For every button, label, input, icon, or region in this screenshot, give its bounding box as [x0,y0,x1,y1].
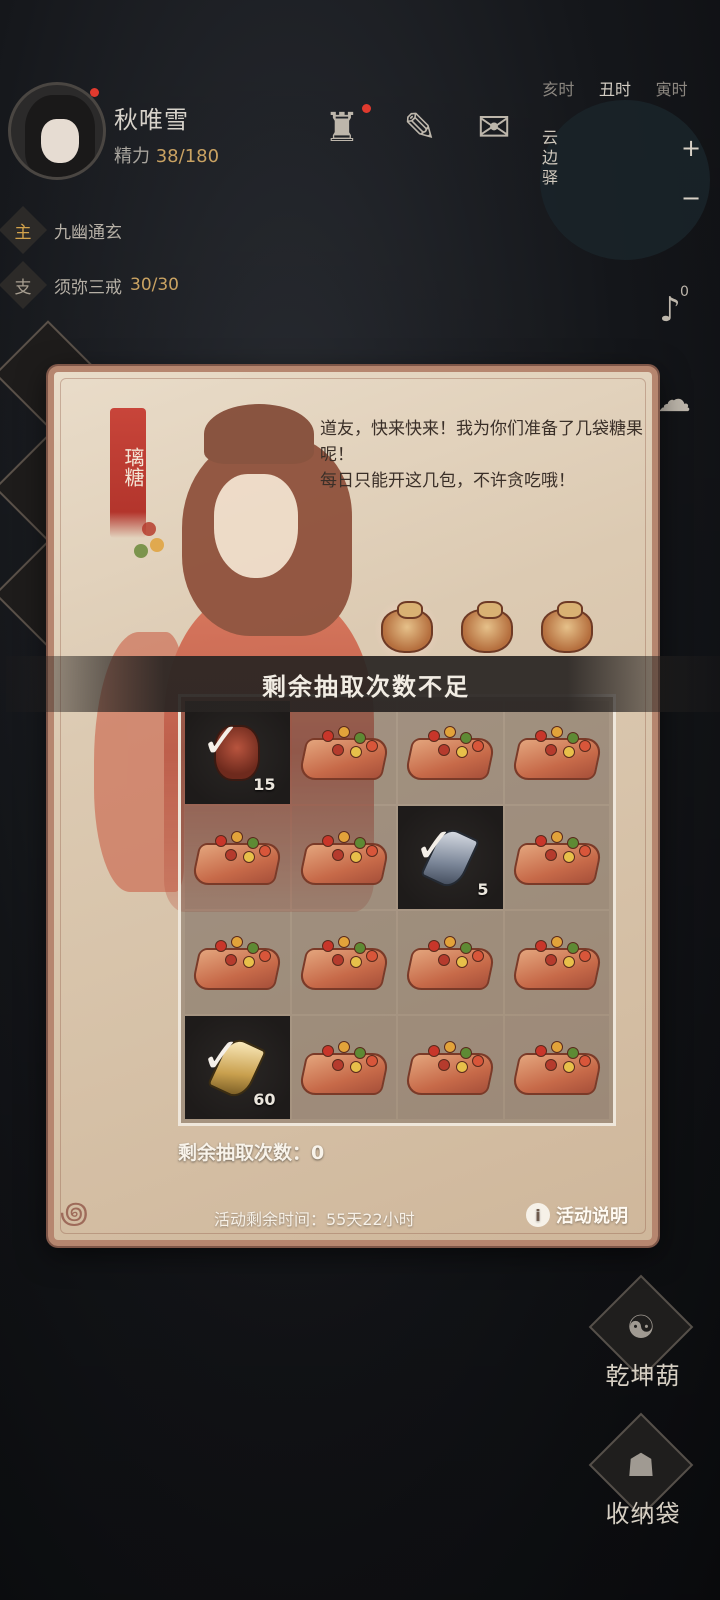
main-skill-row[interactable]: 主 九幽通玄 [0,205,122,255]
opened-reward-cell: ✓ 60 [185,1016,290,1119]
opened-reward-cell: ✓ 15 [185,701,290,804]
candy-package-icon [510,722,604,784]
candy-bag-cell[interactable] [504,1016,609,1119]
sub-skill-row[interactable]: 支 须弥三戒 30/30 [0,260,179,310]
compass-notification-dot [362,104,371,113]
zoom-out-button[interactable]: − [678,186,704,212]
stamina-value: 38/180 [155,146,220,167]
candy-package-icon [510,827,604,889]
avatar-notification-dot [90,88,99,97]
candy-bag-cell[interactable] [185,911,290,1014]
dialogue-line-1: 道友，快来快来！我为你们准备了几袋糖果呢！ [320,419,643,465]
npc-name: 璃糖 [121,447,145,487]
candy-bag-cell[interactable] [291,806,396,909]
sub-tag-icon: 支 [0,260,48,310]
opened-reward-cell: ✓ 5 [398,806,503,909]
npc-hair-bun [204,404,314,464]
info-icon: i [526,1203,550,1227]
remaining-draws: 剩余抽取次数：0 [178,1142,325,1164]
storage-bag-label[interactable]: 收纳袋 [596,1494,690,1529]
candy-package-icon [190,827,284,889]
candy-package-icon [297,1037,391,1099]
daily-bag-indicators [374,598,600,664]
candy-bag-cell[interactable] [398,701,503,804]
main-skill-name: 九幽通玄 [54,222,122,243]
cloud-ornament-icon: ꩜ [60,1196,89,1231]
notice-text: 剩余抽取次数不足 [262,672,470,701]
daily-bag-3 [534,598,600,664]
gourd-count: 0 [680,284,689,300]
candy-package-icon [403,932,497,994]
hour-1: 亥时 [542,80,575,99]
candy-bag-cell[interactable] [504,701,609,804]
player-name: 秋唯雪 [114,106,189,134]
candy-bag-cell[interactable] [398,911,503,1014]
scroll-icon[interactable]: ✉ [466,100,522,156]
candy-package-icon [297,932,391,994]
npc-dialogue: 道友，快来快来！我为你们准备了几袋糖果呢！ 每日只能开这几包，不许贪吃哦！ [320,416,650,494]
check-icon: ✓ [201,1028,242,1084]
candy-package-icon [510,932,604,994]
minimap[interactable] [540,100,710,260]
candy-stick-ball [134,544,148,558]
reward-quantity: 5 [477,880,489,899]
map-location-name: 云边驿 [542,128,559,187]
candy-package-icon [190,932,284,994]
candy-bag-cell[interactable] [398,1016,503,1119]
qiankun-gourd-label[interactable]: 乾坤葫 [596,1356,690,1391]
candy-bag-cell[interactable] [291,1016,396,1119]
reward-quantity: 15 [253,775,276,794]
daily-bag-2 [454,598,520,664]
event-info-button[interactable]: i 活动说明 [526,1202,628,1228]
avatar-face [41,119,79,163]
candy-bag-cell[interactable] [504,911,609,1014]
candy-bag-cell[interactable] [291,701,396,804]
candy-event-panel: 璃糖 道友，快来快来！我为你们准备了几袋糖果呢！ 每日只能开这几包，不许贪吃哦！… [6,366,720,1246]
candy-package-icon [403,722,497,784]
event-info-label: 活动说明 [556,1206,628,1227]
zoom-in-button[interactable]: + [678,136,704,162]
notice-banner: 剩余抽取次数不足 [6,656,720,712]
hour-2: 丑时 [599,80,632,99]
candy-draw-grid: ✓ 15 ✓ 5 ✓ 60 [178,694,616,1126]
sub-skill-name: 须弥三戒 [54,277,122,298]
candy-package-icon [403,1037,497,1099]
candy-stick-ball [150,538,164,552]
candy-bag-cell[interactable] [291,911,396,1014]
gourd-icon[interactable]: ♪ [640,280,700,340]
candy-package-icon [297,827,391,889]
stamina-display: 精力 38/180 [114,142,219,168]
check-icon: ✓ [201,713,242,769]
npc-name-ribbon: 璃糖 [110,408,146,538]
dialogue-line-2: 每日只能开这几包，不许贪吃哦！ [320,471,575,491]
candy-bag-cell[interactable] [504,806,609,909]
npc-face [214,474,298,578]
map-scroll-icon[interactable]: ✎ [392,100,448,156]
daily-bag-1 [374,598,440,664]
hour-3: 寅时 [655,80,688,99]
event-time-left: 活动剩余时间：55天22小时 [214,1210,415,1229]
candy-package-icon [297,722,391,784]
main-tag-icon: 主 [0,205,48,255]
candy-package-icon [510,1037,604,1099]
reward-quantity: 60 [253,1090,276,1109]
player-avatar[interactable] [8,82,106,180]
check-icon: ✓ [414,818,455,874]
sub-skill-count: 30/30 [130,275,179,295]
candy-bag-cell[interactable] [185,806,290,909]
time-of-day-bar: 亥时 丑时 寅时 [530,76,700,100]
stamina-label: 精力 [114,146,150,167]
